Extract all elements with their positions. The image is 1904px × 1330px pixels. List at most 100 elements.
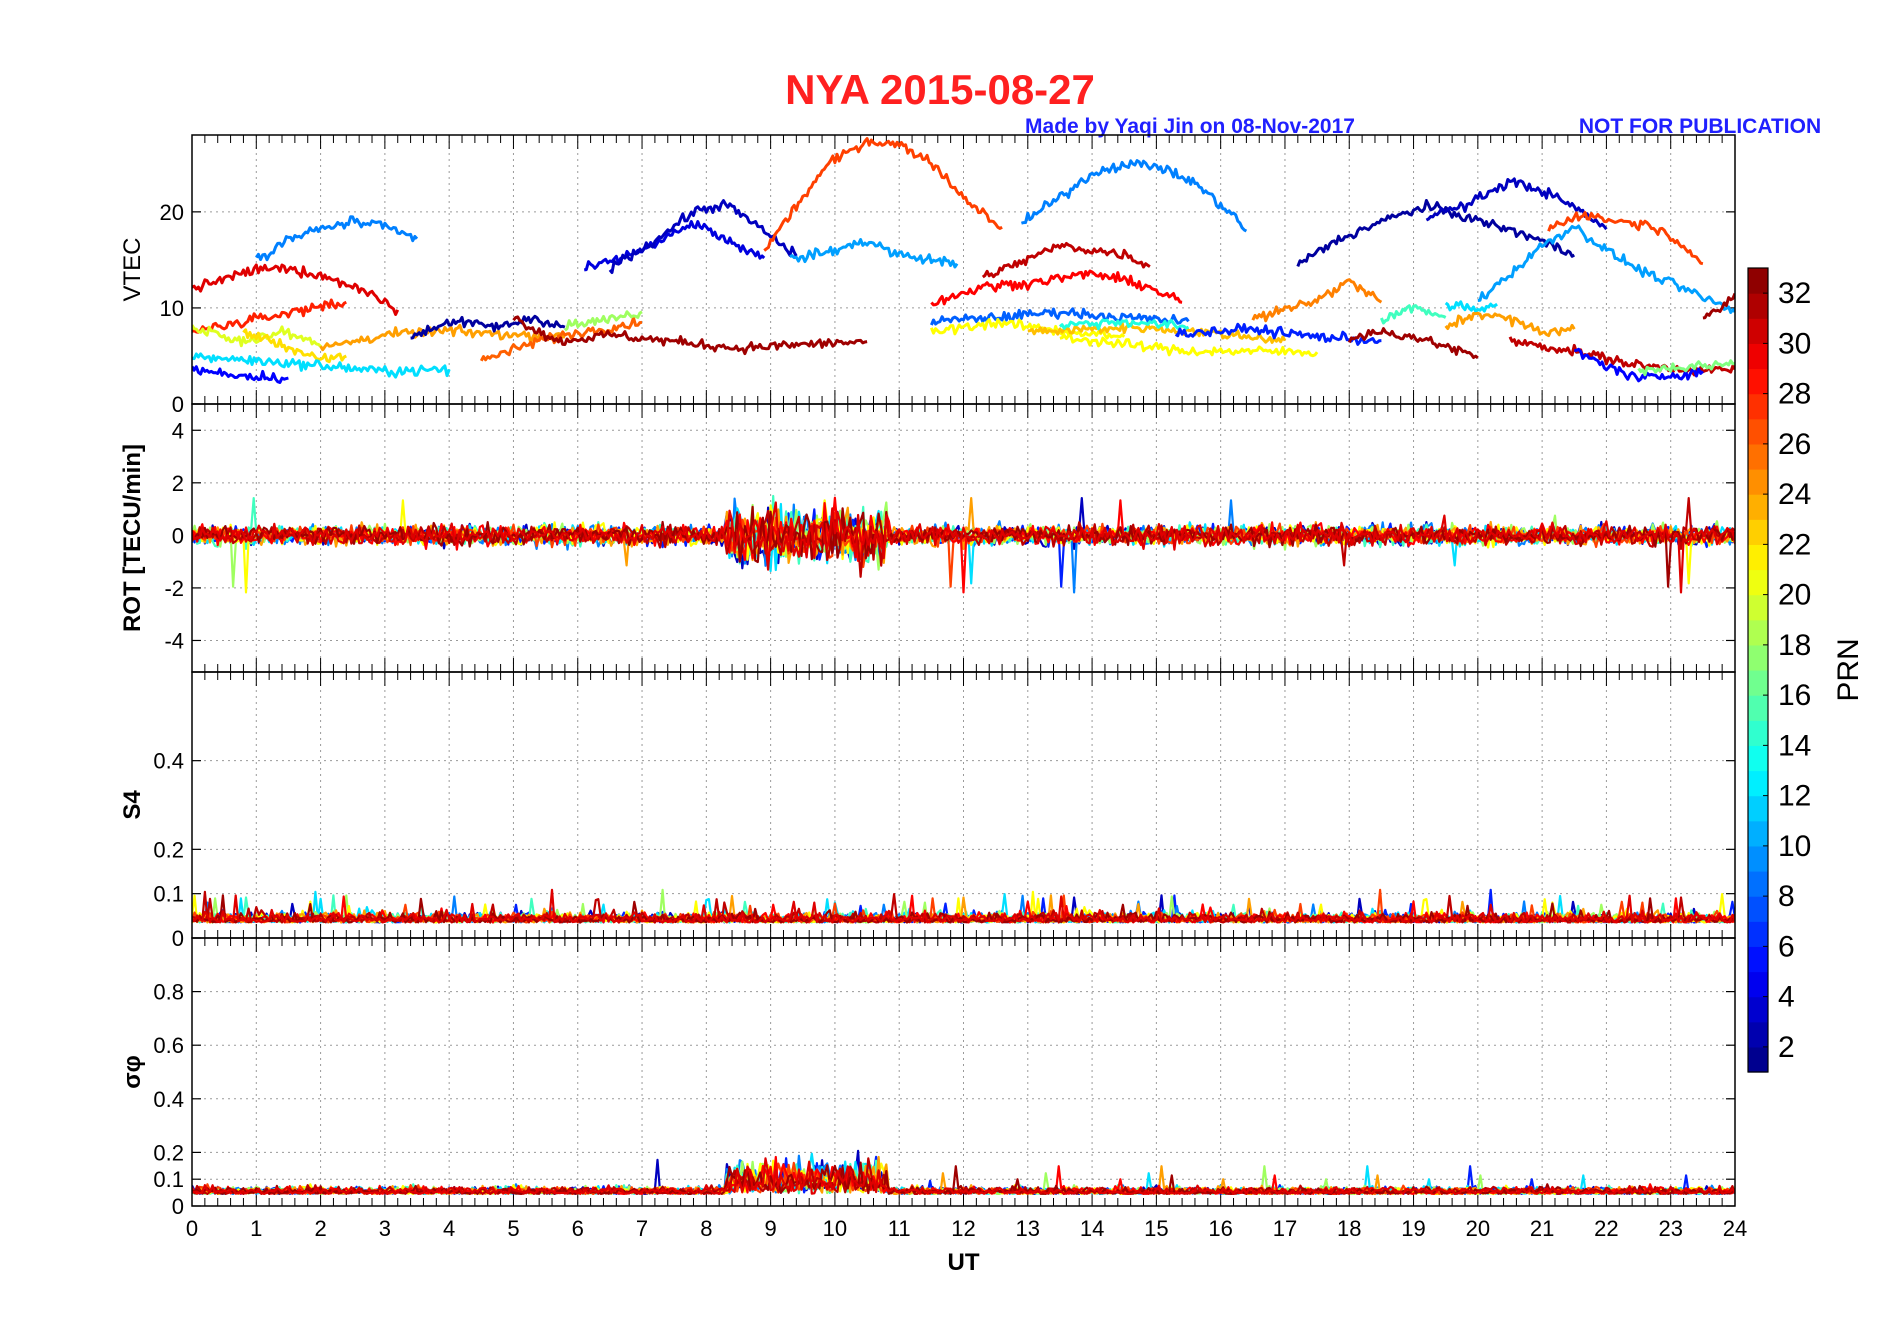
vtec-arc-prn-9 xyxy=(1020,159,1248,233)
colorbar-tick-label: 20 xyxy=(1778,579,1811,612)
colorbar-cell xyxy=(1748,469,1768,495)
vtec-arc-prn-27 xyxy=(763,137,1003,252)
x-tick-label: 0 xyxy=(186,1216,198,1241)
y-tick-label: 0.1 xyxy=(153,1167,184,1192)
vtec-arc-prn-9 xyxy=(255,215,419,262)
vtec-arc-prn-3 xyxy=(1425,177,1608,231)
colorbar-cell xyxy=(1748,720,1768,746)
y-axis-label: VTEC xyxy=(119,237,146,301)
y-tick-label: 0 xyxy=(172,926,184,951)
colorbar-cell xyxy=(1748,1021,1768,1048)
y-tick-label: 0 xyxy=(172,1194,184,1219)
panel-sigma: 00.10.2 0.4 0.6 0.8 σφ xyxy=(119,937,1736,1219)
colorbar-cell xyxy=(1748,996,1768,1023)
colorbar-cell xyxy=(1748,921,1768,947)
x-tick-label: 16 xyxy=(1208,1216,1232,1241)
colorbar-cell xyxy=(1748,820,1768,847)
colorbar-tick-label: 26 xyxy=(1778,428,1811,461)
y-tick-label: 20 xyxy=(160,200,184,225)
x-tick-label: 3 xyxy=(379,1216,391,1241)
x-tick-label: 1 xyxy=(250,1216,262,1241)
vtec-arc-prn-32 xyxy=(1347,327,1479,360)
colorbar-cell xyxy=(1748,293,1768,319)
vtec-arc-prn-12 xyxy=(1444,300,1498,313)
x-tick-label: 12 xyxy=(951,1216,975,1241)
colorbar-tick-label: 6 xyxy=(1778,930,1795,963)
colorbar-cell xyxy=(1748,695,1768,721)
x-tick-label: 13 xyxy=(1016,1216,1040,1241)
x-tick-label: 24 xyxy=(1723,1216,1747,1241)
colorbar-tick-label: 14 xyxy=(1778,729,1811,762)
y-tick-label: 0 xyxy=(172,392,184,417)
y-tick-label: 0 xyxy=(172,523,184,548)
x-tick-label: 20 xyxy=(1466,1216,1490,1241)
colorbar-cell xyxy=(1748,393,1768,420)
vtec-arc-prn-31 xyxy=(981,242,1151,279)
colorbar-cell xyxy=(1748,569,1768,596)
x-tick-label: 18 xyxy=(1337,1216,1361,1241)
x-tick-label: 8 xyxy=(700,1216,712,1241)
vtec-arc-prn-15 xyxy=(1380,304,1447,325)
colorbar-tick-label: 32 xyxy=(1778,277,1811,310)
x-tick-label: 11 xyxy=(888,1216,911,1241)
colorbar-cell xyxy=(1748,318,1768,344)
colorbar-cell xyxy=(1748,368,1768,395)
y-tick-label: 0.4 xyxy=(153,1087,184,1112)
y-tick-label: 0.2 xyxy=(153,1140,184,1165)
y-tick-label: 0.6 xyxy=(153,1033,184,1058)
colorbar-cell xyxy=(1748,594,1768,621)
panel-rot: -4 -2 0 2 4 ROT [TECU/min] xyxy=(119,403,1736,673)
y-tick-label: 10 xyxy=(160,296,184,321)
colorbar-tick-label: 24 xyxy=(1778,478,1811,511)
x-tick-label: 19 xyxy=(1401,1216,1425,1241)
colorbar-cell xyxy=(1748,519,1768,545)
x-tick-label: 2 xyxy=(314,1216,326,1241)
y-tick-label: 0.4 xyxy=(153,749,184,774)
vtec-arc-prn-24 xyxy=(1444,311,1576,338)
colorbar-tick-label: 8 xyxy=(1778,880,1795,913)
y-axis-label: σφ xyxy=(119,1055,146,1089)
colorbar-cell xyxy=(1748,644,1768,671)
panels-group: 01020VTEC-4-2024ROT [TECU/min]00.10.20.4… xyxy=(119,134,1736,1219)
x-axis: 0 1 2 3 4 5 6 7 8 9 10 11 12 13 14 15 16 17 18 19 20 21 22 23 24… xyxy=(186,1216,1747,1276)
vtec-arc-prn-4 xyxy=(583,220,766,272)
x-tick-label: 23 xyxy=(1658,1216,1682,1241)
y-tick-label: 0.1 xyxy=(153,882,184,907)
y-axis-label: ROT [TECU/min] xyxy=(119,444,146,632)
vtec-arc-prn-29 xyxy=(930,269,1183,307)
vtec-arc-prn-5 xyxy=(192,365,289,384)
x-tick-label: 7 xyxy=(636,1216,648,1241)
colorbar-tick-label: 30 xyxy=(1778,327,1811,360)
colorbar-tick-label: 22 xyxy=(1778,528,1811,561)
colorbar-cell xyxy=(1748,745,1768,772)
colorbar-cell xyxy=(1748,418,1768,445)
x-tick-label: 6 xyxy=(572,1216,584,1241)
x-tick-label: 5 xyxy=(507,1216,519,1241)
x-tick-label: 15 xyxy=(1144,1216,1168,1241)
x-tick-label: 14 xyxy=(1080,1216,1104,1241)
panel-vtec: 0 10 20 VTEC xyxy=(119,134,1736,417)
x-tick-label: 22 xyxy=(1594,1216,1618,1241)
x-tick-label: 17 xyxy=(1273,1216,1297,1241)
colorbar-cell xyxy=(1748,971,1768,998)
colorbar-label: PRN xyxy=(1832,638,1865,701)
colorbar-tick-label: 18 xyxy=(1778,629,1811,662)
vtec-arc-prn-30 xyxy=(192,263,400,316)
colorbar-cell xyxy=(1748,1046,1768,1073)
colorbar-cell xyxy=(1748,871,1768,897)
y-tick-label: -2 xyxy=(164,576,184,601)
colorbar-cell xyxy=(1748,946,1768,973)
colorbar-cell xyxy=(1748,494,1768,520)
colorbar-cell xyxy=(1748,896,1768,922)
colorbar-tick-label: 28 xyxy=(1778,378,1811,411)
colorbar-cell xyxy=(1748,845,1768,872)
vtec-arc-prn-25 xyxy=(1251,278,1383,323)
rot-series xyxy=(192,494,1735,594)
x-axis-label: UT xyxy=(948,1249,980,1276)
vtec-arc-prn-31 xyxy=(1508,336,1735,377)
colorbar-tick-label: 10 xyxy=(1778,830,1811,863)
y-tick-label: 0.8 xyxy=(153,980,184,1005)
x-tick-label: 21 xyxy=(1530,1216,1554,1241)
colorbar-cell xyxy=(1748,619,1768,646)
y-tick-label: 0.2 xyxy=(153,837,184,862)
